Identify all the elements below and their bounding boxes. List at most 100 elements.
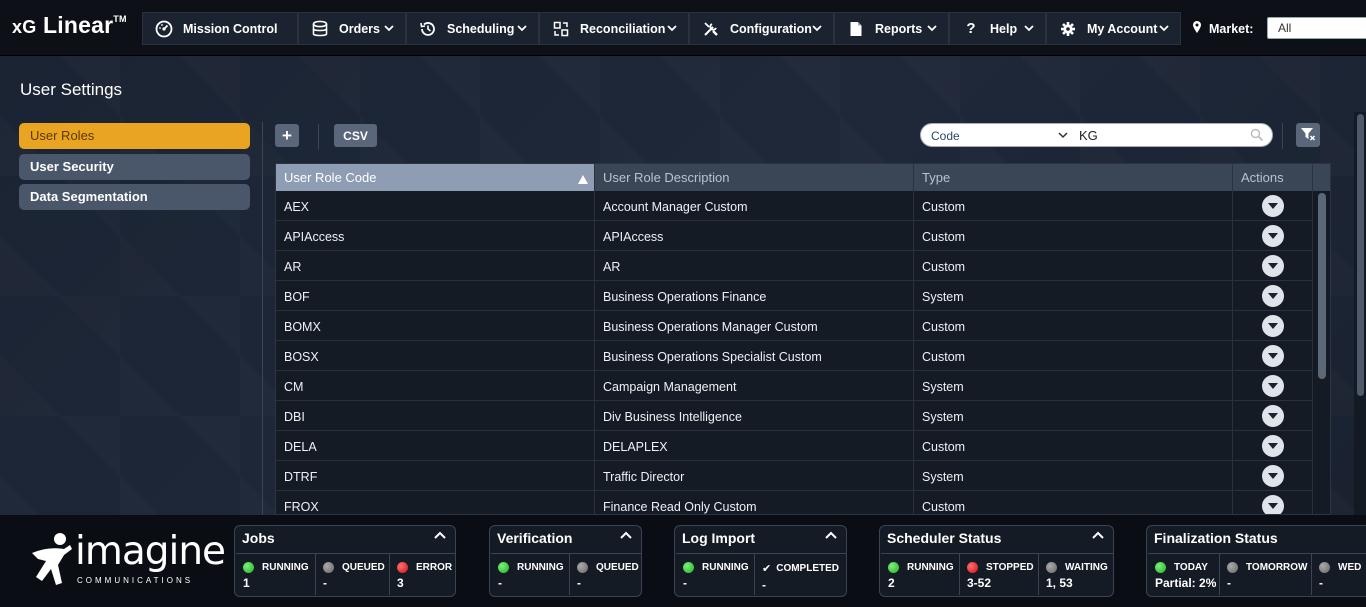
cell-actions <box>1233 461 1313 491</box>
jobs-queued-cell[interactable]: QUEUED - <box>316 553 390 595</box>
table-row[interactable]: DELA DELAPLEX Custom <box>276 431 1313 461</box>
cell-description: DELAPLEX <box>595 431 914 461</box>
cell-label: TOMORROW <box>1246 562 1308 573</box>
chevron-down-icon <box>1158 22 1170 37</box>
cell-type: Custom <box>914 221 1233 251</box>
finalization-wed-cell[interactable]: WED - <box>1312 553 1366 595</box>
status-red-icon <box>397 562 408 573</box>
row-actions-button[interactable] <box>1261 195 1284 217</box>
sidebar-item-data-segmentation[interactable]: Data Segmentation <box>19 184 250 210</box>
nav-mission-control[interactable]: Mission Control <box>142 12 298 45</box>
row-actions-button[interactable] <box>1261 405 1284 427</box>
finalization-tomorrow-cell[interactable]: TOMORROW - <box>1220 553 1312 595</box>
page-scrollbar[interactable] <box>1354 112 1366 571</box>
table-row[interactable]: AR AR Custom <box>276 251 1313 281</box>
filter-field-select[interactable]: Code <box>931 129 960 143</box>
market-select[interactable]: All <box>1267 17 1366 39</box>
dashboard-icon <box>155 20 173 38</box>
row-actions-button[interactable] <box>1261 315 1284 337</box>
table-row[interactable]: BOF Business Operations Finance System <box>276 281 1313 311</box>
cell-label: TODAY <box>1174 562 1208 573</box>
scheduler-stopped-cell[interactable]: STOPPED 3-52 <box>960 553 1039 595</box>
cell-actions <box>1233 281 1313 311</box>
table-row[interactable]: AEX Account Manager Custom Custom <box>276 191 1313 221</box>
status-green-icon <box>1155 562 1166 573</box>
cell-code: CM <box>276 371 595 401</box>
row-actions-button[interactable] <box>1261 285 1284 307</box>
nav-scheduling[interactable]: Scheduling <box>406 12 539 45</box>
collapse-caret-icon[interactable] <box>825 529 837 543</box>
row-actions-button[interactable] <box>1261 375 1284 397</box>
market-label-text: Market: <box>1209 21 1254 36</box>
collapse-caret-icon[interactable] <box>620 529 632 543</box>
column-header-user-role-code[interactable]: User Role Code <box>276 164 595 191</box>
clear-filter-button[interactable] <box>1296 123 1320 147</box>
collapse-caret-icon[interactable] <box>434 529 446 543</box>
verification-running-cell[interactable]: RUNNING - <box>491 553 570 595</box>
nav-reconciliation[interactable]: Reconciliation <box>539 12 689 45</box>
row-actions-button[interactable] <box>1261 465 1284 487</box>
nav-my-account[interactable]: My Account <box>1046 12 1181 45</box>
brand-name: Linear <box>43 12 114 38</box>
logo-subtitle: COMMUNICATIONS <box>77 576 194 585</box>
scrollbar-thumb[interactable] <box>1357 114 1364 396</box>
cell-code: BOMX <box>276 311 595 341</box>
jobs-running-cell[interactable]: RUNNING 1 <box>236 553 316 595</box>
sidebar-item-user-security[interactable]: User Security <box>19 154 250 180</box>
csv-export-button[interactable]: CSV <box>334 124 377 147</box>
cell-value: 1, 53 <box>1046 576 1073 590</box>
log-import-running-cell[interactable]: RUNNING - <box>676 553 755 595</box>
table-row[interactable]: BOSX Business Operations Specialist Cust… <box>276 341 1313 371</box>
table-row[interactable]: CM Campaign Management System <box>276 371 1313 401</box>
search-icon[interactable] <box>1250 128 1264 145</box>
log-import-completed-cell[interactable]: ✔ COMPLETED - <box>755 553 846 595</box>
cell-label: ERROR <box>416 562 453 573</box>
chevron-down-icon[interactable] <box>1057 129 1069 144</box>
cell-actions <box>1233 341 1313 371</box>
table-row[interactable]: BOMX Business Operations Manager Custom … <box>276 311 1313 341</box>
verification-queued-cell[interactable]: QUEUED - <box>570 553 641 595</box>
cell-description: APIAccess <box>595 221 914 251</box>
collapse-caret-icon[interactable] <box>1092 529 1104 543</box>
status-red-icon <box>967 562 978 573</box>
row-actions-button[interactable] <box>1261 345 1284 367</box>
status-green-icon <box>683 562 694 573</box>
nav-help[interactable]: ? Help <box>949 12 1046 45</box>
nav-label: Help <box>990 21 1018 36</box>
jobs-error-cell[interactable]: ERROR 3 <box>390 553 455 595</box>
reconcile-icon <box>552 20 570 38</box>
column-header-user-role-description[interactable]: User Role Description <box>595 164 914 191</box>
nav-configuration[interactable]: Configuration <box>689 12 834 45</box>
row-actions-button[interactable] <box>1261 435 1284 457</box>
row-actions-button[interactable] <box>1261 255 1284 277</box>
panel-title: Finalization Status <box>1154 530 1278 546</box>
table-row[interactable]: DBI Div Business Intelligence System <box>276 401 1313 431</box>
sidebar-item-user-roles[interactable]: User Roles <box>19 123 250 149</box>
scheduler-status-panel: Scheduler Status RUNNING 2 STOPPED 3-52 … <box>879 525 1114 597</box>
row-actions-button[interactable] <box>1261 495 1284 514</box>
add-button[interactable]: + <box>275 124 299 147</box>
filter-search[interactable]: Code KG <box>920 123 1273 147</box>
document-icon <box>847 20 865 38</box>
panel-cells: RUNNING - QUEUED - <box>491 553 641 595</box>
table-row[interactable]: APIAccess APIAccess Custom <box>276 221 1313 251</box>
table-row[interactable]: FROX Finance Read Only Custom Custom <box>276 491 1313 514</box>
app-brand[interactable]: xG LinearTM <box>12 12 127 39</box>
nav-reports[interactable]: Reports <box>834 12 949 45</box>
table-scrollbar[interactable] <box>1314 191 1330 514</box>
cell-actions <box>1233 401 1313 431</box>
filter-value-input[interactable]: KG <box>1079 128 1098 143</box>
finalization-today-cell[interactable]: TODAY Partial: 2% <box>1148 553 1220 595</box>
nav-label: Scheduling <box>447 21 515 36</box>
cell-value: - <box>762 578 766 592</box>
cell-description: Business Operations Finance <box>595 281 914 311</box>
scheduler-waiting-cell[interactable]: WAITING 1, 53 <box>1039 553 1113 595</box>
cell-actions <box>1233 491 1313 514</box>
scrollbar-thumb[interactable] <box>1318 193 1326 379</box>
row-actions-button[interactable] <box>1261 225 1284 247</box>
nav-orders[interactable]: Orders <box>298 12 406 45</box>
table-row[interactable]: DTRF Traffic Director System <box>276 461 1313 491</box>
panel-cells: TODAY Partial: 2% TOMORROW - WED - <box>1148 553 1366 595</box>
column-header-type[interactable]: Type <box>914 164 1233 191</box>
scheduler-running-cell[interactable]: RUNNING 2 <box>881 553 960 595</box>
